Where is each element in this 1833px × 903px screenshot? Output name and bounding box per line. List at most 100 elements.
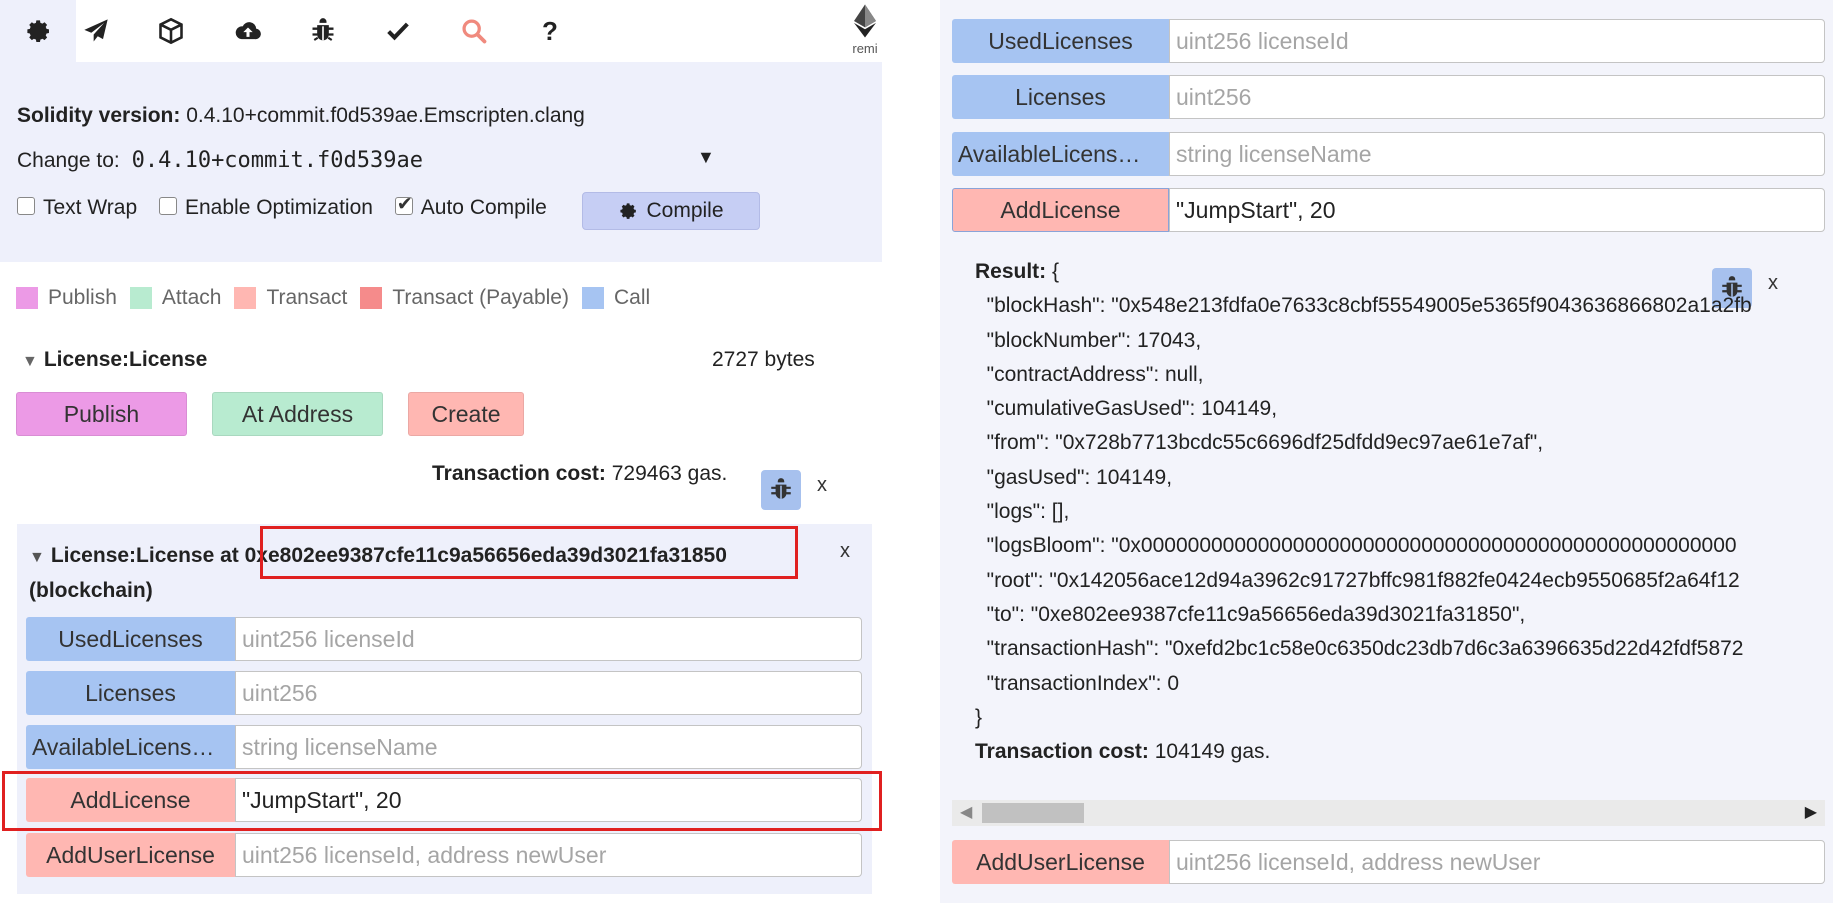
usedlicenses-button[interactable]: UsedLicenses — [952, 19, 1169, 63]
solidity-version-label: Solidity version: — [17, 104, 181, 127]
result-cost-label: Transaction cost: — [975, 740, 1149, 764]
enable-optimization-checkbox[interactable] — [159, 197, 177, 215]
result-transaction-cost: Transaction cost: 104149 gas. — [975, 735, 1833, 769]
tab-help[interactable]: ? — [512, 0, 588, 62]
result-line: "blockHash": "0x548e213fdfa0e7633c8cbf55… — [975, 294, 1752, 318]
availablelicenses-input[interactable]: string licenseName — [235, 725, 862, 769]
chevron-down-icon[interactable]: ▼ — [697, 147, 715, 168]
search-icon — [462, 19, 487, 44]
tab-run[interactable] — [58, 0, 134, 62]
function-row-addlicense-right: AddLicense "JumpStart", 20 — [952, 188, 1825, 232]
question-icon: ? — [542, 15, 558, 46]
compile-button[interactable]: Compile — [582, 192, 760, 230]
tab-contract[interactable] — [133, 0, 209, 62]
tab-publish[interactable] — [210, 0, 286, 62]
scroll-left-icon[interactable]: ◀ — [960, 802, 972, 822]
at-address-button[interactable]: At Address — [212, 392, 383, 436]
adduserlicense-input[interactable]: uint256 licenseId, address newUser — [1169, 840, 1825, 884]
close-button[interactable]: x — [817, 474, 827, 497]
text-wrap-checkbox[interactable] — [17, 197, 35, 215]
triangle-down-icon[interactable]: ▼ — [29, 549, 45, 566]
result-line: "cumulativeGasUsed": 104149, — [975, 397, 1278, 421]
tab-search[interactable] — [436, 0, 512, 62]
licenses-input[interactable]: uint256 — [1169, 75, 1825, 119]
tab-debugger[interactable] — [285, 0, 361, 62]
address-highlight — [260, 526, 798, 579]
usedlicenses-button[interactable]: UsedLicenses — [26, 617, 235, 661]
transaction-cost-label: Transaction cost: — [432, 462, 606, 485]
legend: Publish Attach Transact Transact (Payabl… — [16, 286, 663, 310]
gear-icon — [27, 20, 49, 42]
debug-button[interactable] — [761, 470, 801, 510]
availablelicenses-button[interactable]: AvailableLicens… — [26, 725, 235, 769]
version-select-value[interactable]: 0.4.10+commit.f0d539ae — [132, 148, 423, 173]
auto-compile-checkbox[interactable] — [394, 193, 413, 216]
legend-publish: Publish — [16, 286, 117, 310]
result-output: Result: { "blockHash": "0x548e213fdfa0e7… — [975, 255, 1833, 769]
enable-optimization-option[interactable]: Enable Optimization — [159, 196, 373, 219]
triangle-down-icon[interactable]: ▼ — [22, 353, 38, 370]
create-button[interactable]: Create — [408, 392, 524, 436]
function-row-usedlicenses: UsedLicenses uint256 licenseId — [26, 617, 862, 661]
availablelicenses-input[interactable]: string licenseName — [1169, 132, 1825, 176]
legend-label: Transact — [266, 286, 348, 309]
function-row-usedlicenses-right: UsedLicenses uint256 licenseId — [952, 19, 1825, 63]
availablelicenses-button[interactable]: AvailableLicens… — [952, 132, 1169, 176]
function-row-availablelicenses: AvailableLicens… string licenseName — [26, 725, 862, 769]
auto-compile-option[interactable]: Auto Compile — [394, 193, 547, 219]
function-row-adduserlicense: AddUserLicense uint256 licenseId, addres… — [26, 833, 862, 877]
auto-compile-label: Auto Compile — [420, 196, 547, 219]
ethereum-icon — [854, 4, 876, 38]
version-selector[interactable]: Change to: 0.4.10+commit.f0d539ae — [17, 148, 737, 173]
result-line: "from": "0x728b7713bcdc55c6696df25dfdd9e… — [975, 431, 1544, 455]
addlicense-input[interactable]: "JumpStart", 20 — [1169, 188, 1825, 232]
usedlicenses-input[interactable]: uint256 licenseId — [235, 617, 862, 661]
licenses-button[interactable]: Licenses — [952, 75, 1169, 119]
function-row-availablelicenses-right: AvailableLicens… string licenseName — [952, 132, 1825, 176]
adduserlicense-input[interactable]: uint256 licenseId, address newUser — [235, 833, 862, 877]
legend-label: Transact (Payable) — [392, 286, 569, 309]
result-line: "to": "0xe802ee9387cfe11c9a56656eda39d30… — [975, 602, 1526, 626]
legend-swatch — [234, 287, 257, 309]
contract-header[interactable]: ▼ License:License — [22, 348, 207, 372]
usedlicenses-input[interactable]: uint256 licenseId — [1169, 19, 1825, 63]
result-cost-value: 104149 gas. — [1154, 740, 1271, 764]
text-wrap-option[interactable]: Text Wrap — [17, 196, 137, 219]
scroll-right-icon[interactable]: ▶ — [1805, 802, 1817, 822]
close-instance-button[interactable]: x — [840, 540, 850, 563]
horizontal-scrollbar[interactable]: ◀ ▶ — [952, 800, 1825, 826]
cube-icon — [159, 17, 183, 45]
addlicense-highlight — [2, 771, 882, 831]
legend-transact: Transact — [234, 286, 347, 310]
licenses-button[interactable]: Licenses — [26, 671, 235, 715]
toolbar: ? remi — [0, 0, 882, 62]
adduserlicense-button[interactable]: AddUserLicense — [952, 840, 1169, 884]
change-to-label: Change to: — [17, 149, 120, 172]
contract-size: 2727 bytes — [712, 348, 815, 371]
solidity-version: Solidity version: 0.4.10+commit.f0d539ae… — [17, 104, 585, 128]
text-wrap-label: Text Wrap — [43, 196, 138, 219]
remix-logo: remi — [845, 4, 885, 60]
transaction-cost: Transaction cost: 729463 gas. — [432, 462, 727, 486]
legend-attach: Attach — [129, 286, 221, 310]
result-line: "transactionHash": "0xefd2bc1c58e0c6350d… — [975, 637, 1744, 661]
addlicense-button[interactable]: AddLicense — [952, 188, 1169, 232]
scrollbar-thumb[interactable] — [982, 803, 1084, 823]
cloud-upload-icon — [235, 22, 261, 40]
function-row-licenses: Licenses uint256 — [26, 671, 862, 715]
result-line: "logsBloom": "0x000000000000000000000000… — [975, 534, 1737, 558]
enable-optimization-label: Enable Optimization — [185, 196, 373, 219]
bug-icon — [312, 18, 334, 41]
tab-analysis[interactable] — [360, 0, 436, 62]
licenses-input[interactable]: uint256 — [235, 671, 862, 715]
legend-swatch — [581, 287, 604, 309]
legend-call: Call — [581, 286, 651, 310]
legend-swatch — [360, 287, 383, 309]
result-line: "contractAddress": null, — [975, 362, 1204, 386]
checkmark-icon — [387, 22, 409, 41]
compile-button-label: Compile — [646, 199, 724, 222]
legend-label: Call — [613, 286, 651, 309]
left-panel: ? remi Solidity version: 0.4.10+commit.f… — [0, 0, 882, 903]
adduserlicense-button[interactable]: AddUserLicense — [26, 833, 235, 877]
publish-button[interactable]: Publish — [16, 392, 187, 436]
